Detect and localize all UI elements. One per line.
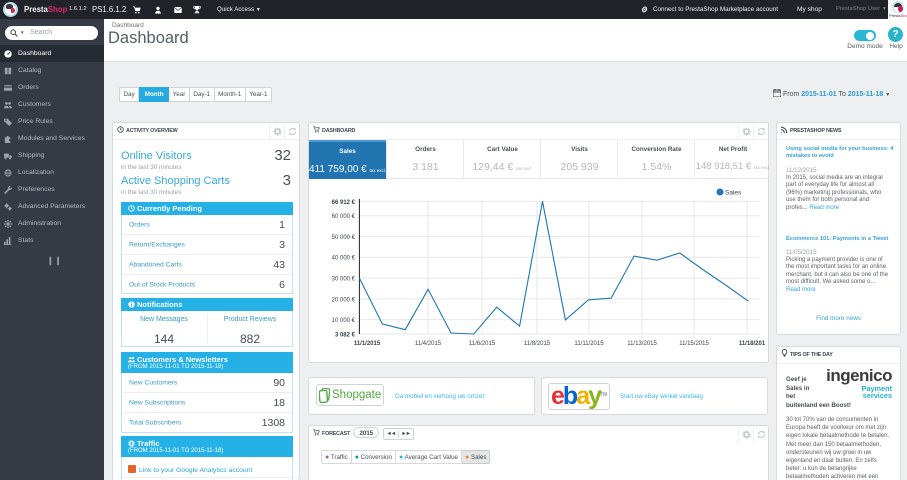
svg-text:66 912 €: 66 912 €	[332, 200, 356, 206]
svg-text:30 000 €: 30 000 €	[332, 277, 356, 283]
svg-text:11/13/2015: 11/13/2015	[627, 341, 657, 347]
svg-text:3 082 €: 3 082 €	[335, 332, 356, 338]
svg-text:11/15/2015: 11/15/2015	[679, 341, 709, 347]
svg-text:20 000 €: 20 000 €	[332, 297, 356, 303]
svg-text:11/4/2015: 11/4/2015	[415, 341, 442, 347]
svg-text:40 000 €: 40 000 €	[332, 256, 356, 262]
svg-text:10 000 €: 10 000 €	[332, 318, 356, 324]
svg-text:11/6/2015: 11/6/2015	[469, 341, 496, 347]
svg-text:11/18/201: 11/18/201	[739, 341, 766, 347]
svg-text:60 000 €: 60 000 €	[332, 214, 356, 220]
svg-text:Sales: Sales	[725, 190, 742, 197]
svg-text:11/1/2015: 11/1/2015	[354, 341, 381, 347]
svg-text:50 000 €: 50 000 €	[332, 235, 356, 241]
svg-text:11/8/2015: 11/8/2015	[524, 341, 551, 347]
svg-text:11/11/2015: 11/11/2015	[574, 341, 604, 347]
